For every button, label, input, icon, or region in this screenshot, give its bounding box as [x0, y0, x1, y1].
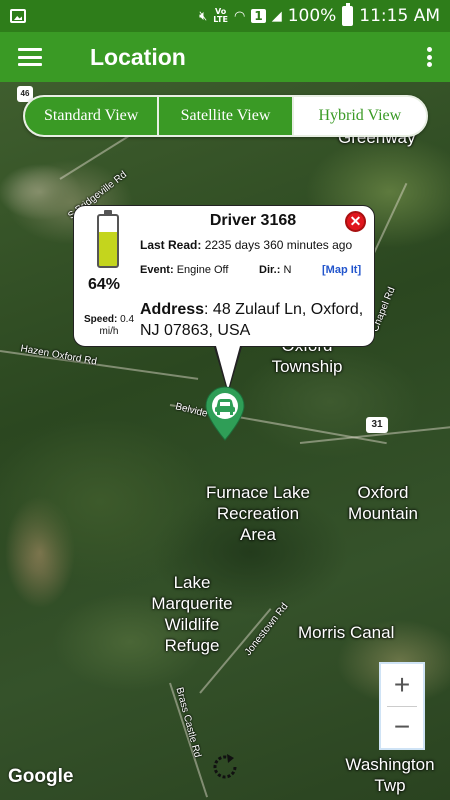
battery-icon — [342, 3, 354, 26]
signal-icon: ◢ — [271, 8, 282, 24]
map-label-lake-marquerite: Lake Marquerite Wildlife Refuge — [151, 573, 233, 655]
dir-value: N — [283, 264, 292, 276]
road-label-hazen-oxford: Hazen Oxford Rd — [19, 343, 98, 368]
clock: 11:15 AM — [359, 6, 440, 26]
battery-level-icon — [97, 210, 119, 268]
mute-icon: 🔇︎ — [199, 8, 208, 24]
zoom-out-button[interactable]: − — [381, 707, 423, 749]
last-read: Last Read: 2235 days 360 minutes ago — [140, 238, 352, 252]
map-view-toggle: Standard View Satellite View Hybrid View — [23, 95, 428, 137]
refresh-icon[interactable] — [208, 750, 242, 784]
wifi-icon: ◠ — [233, 8, 246, 24]
zoom-in-button[interactable]: + — [381, 664, 423, 706]
sim-indicator: 1 — [251, 9, 266, 23]
menu-icon[interactable] — [18, 48, 42, 66]
page-title: Location — [90, 43, 186, 70]
volte-icon: Vo LTE — [213, 7, 228, 24]
battery-percentage: 64% — [88, 276, 121, 293]
dir-label: Dir.: — [259, 264, 281, 276]
map-label-furnace-lake: Furnace Lake Recreation Area — [206, 483, 310, 544]
event-status: Event: Engine Off — [140, 264, 250, 277]
event-value: Engine Off — [176, 264, 229, 276]
map-label-washington-twp: Washington Twp — [345, 755, 435, 795]
vehicle-info-window: 64% Speed: 0.4 mi/h Driver 3168 ✕ Last R… — [73, 205, 375, 394]
driver-name: Driver 3168 — [209, 212, 297, 229]
satellite-view-button[interactable]: Satellite View — [159, 97, 294, 135]
address-label: Address — [140, 301, 205, 318]
close-info-button[interactable]: ✕ — [345, 211, 366, 232]
direction: Dir.: N — [259, 264, 291, 276]
app-bar: Location — [0, 32, 450, 82]
hybrid-view-button[interactable]: Hybrid View — [293, 97, 426, 135]
more-options-icon[interactable] — [426, 47, 432, 67]
gallery-notification-icon — [10, 9, 26, 23]
road-label-brass-castle: Brass Castle Rd — [173, 686, 203, 759]
map-label-oxford-mountain: Oxford Mountain — [348, 483, 418, 523]
vehicle-marker-icon[interactable] — [204, 385, 246, 441]
map-label-morris-canal: Morris Canal — [298, 623, 395, 642]
zoom-controls: + − — [379, 662, 425, 750]
map-view[interactable]: S Bridgeville Rd Hazen Oxford Rd Belvide… — [0, 82, 450, 800]
map-it-link[interactable]: [Map It] — [322, 264, 361, 276]
last-read-value: 2235 days 360 minutes ago — [204, 238, 353, 252]
speed-label: Speed: — [83, 314, 118, 325]
google-attribution: Google — [8, 766, 74, 787]
road-label-jonestown: Jonestown Rd — [242, 601, 291, 658]
status-bar: 🔇︎ Vo LTE ◠ 1 ◢ 100% 11:15 AM — [0, 0, 450, 32]
last-read-label: Last Read: — [140, 238, 202, 252]
route-31-shield: 31 — [366, 417, 388, 433]
speed-readout: Speed: 0.4 mi/h — [80, 314, 138, 338]
address: Address: 48 Zulauf Ln, Oxford, NJ 07863,… — [140, 299, 370, 341]
battery-percent: 100% — [287, 6, 337, 26]
standard-view-button[interactable]: Standard View — [25, 97, 160, 135]
event-label: Event: — [140, 264, 174, 276]
